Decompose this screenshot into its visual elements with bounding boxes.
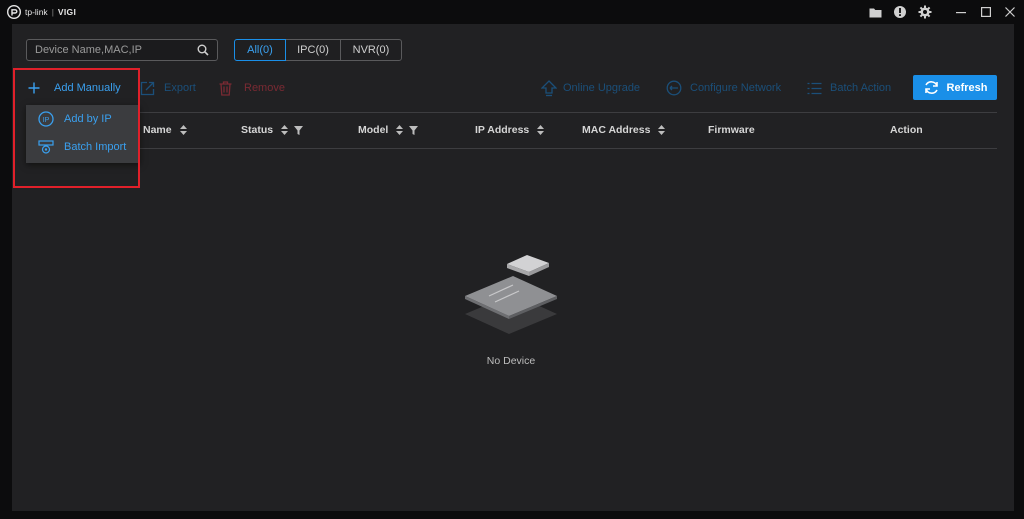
empty-state-text: No Device	[486, 355, 536, 367]
trash-icon	[219, 80, 232, 96]
filter-icon[interactable]	[409, 125, 419, 135]
alert-icon[interactable]	[891, 3, 909, 21]
column-header-model[interactable]: Model	[358, 124, 419, 136]
export-label: Export	[164, 82, 196, 94]
toolbar-divider	[26, 112, 997, 113]
column-header-ip-address[interactable]: IP Address	[475, 124, 545, 136]
batch-action-label: Batch Action	[830, 82, 892, 94]
configure-network-label: Configure Network	[690, 82, 782, 94]
configure-network-button[interactable]: Configure Network	[666, 79, 781, 97]
upgrade-icon	[541, 79, 557, 96]
tab-all[interactable]: All(0)	[234, 39, 286, 61]
highlight-box	[13, 68, 140, 188]
export-button[interactable]: Export	[140, 79, 196, 97]
column-header-status[interactable]: Status	[241, 124, 304, 136]
title-bar: tp-link | VIGI	[0, 0, 1024, 24]
sort-icon[interactable]	[537, 125, 545, 135]
empty-box-illustration	[465, 255, 557, 334]
tab-nvr[interactable]: NVR(0)	[340, 39, 402, 61]
brand-name: tp-link	[25, 7, 48, 17]
sort-icon[interactable]	[658, 125, 666, 135]
refresh-label: Refresh	[946, 81, 988, 94]
column-header-firmware: Firmware	[708, 124, 755, 136]
folder-icon[interactable]	[866, 3, 884, 21]
gear-icon[interactable]	[916, 3, 934, 21]
maximize-icon[interactable]	[977, 3, 995, 21]
refresh-button[interactable]: Refresh	[913, 75, 997, 100]
column-header-action: Action	[890, 124, 923, 136]
remove-button[interactable]: Remove	[219, 79, 285, 97]
column-header-name[interactable]: Name	[143, 124, 187, 136]
list-icon	[807, 82, 822, 94]
search-icon[interactable]	[197, 44, 209, 56]
column-header-mac-address[interactable]: MAC Address	[582, 124, 666, 136]
app-logo: tp-link | VIGI	[7, 5, 76, 19]
device-type-tabs: All(0) IPC(0) NVR(0)	[234, 39, 402, 61]
online-upgrade-label: Online Upgrade	[563, 82, 641, 94]
search-input[interactable]	[27, 40, 191, 60]
table-header-divider	[26, 148, 997, 149]
online-upgrade-button[interactable]: Online Upgrade	[541, 79, 640, 97]
filter-icon[interactable]	[294, 125, 304, 135]
remove-label: Remove	[244, 82, 285, 94]
refresh-icon	[924, 81, 938, 94]
tp-link-logo-icon	[7, 5, 21, 19]
search-box	[26, 39, 218, 61]
export-icon	[140, 81, 155, 95]
sort-icon[interactable]	[396, 125, 404, 135]
product-name: VIGI	[57, 7, 77, 17]
close-icon[interactable]	[1001, 3, 1019, 21]
device-list-panel: All(0) IPC(0) NVR(0) Add Manually Export…	[12, 24, 1014, 511]
sort-icon[interactable]	[179, 125, 187, 135]
network-icon	[666, 80, 682, 96]
tab-ipc[interactable]: IPC(0)	[285, 39, 341, 61]
sort-icon[interactable]	[281, 125, 289, 135]
minimize-icon[interactable]	[952, 3, 970, 21]
batch-action-button[interactable]: Batch Action	[807, 79, 891, 97]
